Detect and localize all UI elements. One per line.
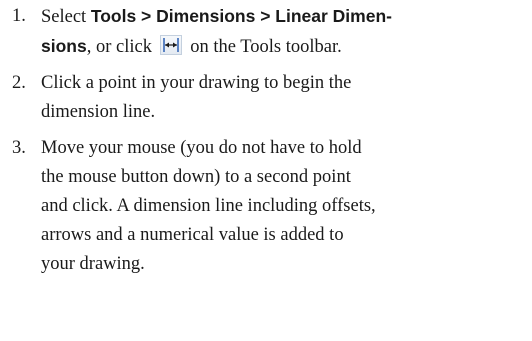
step-number: 3. bbox=[12, 138, 26, 158]
step-text-line: your drawing. bbox=[41, 254, 145, 274]
step-number: 2. bbox=[12, 73, 26, 93]
step-text-line: Click a point in your drawing to begin t… bbox=[41, 73, 352, 93]
step-text-line: arrows and a numerical value is added to bbox=[41, 225, 344, 245]
step-text-line: and click. A dimension line including of… bbox=[41, 196, 376, 216]
step-text: on the Tools toolbar. bbox=[185, 37, 342, 57]
menu-path: Tools > Dimensions > Linear Dimen- bbox=[90, 6, 392, 26]
step-text: Select bbox=[41, 7, 91, 27]
step-text-line: dimension line. bbox=[41, 102, 156, 122]
step-text-line: Select Tools > Dimensions > Linear Dimen… bbox=[41, 2, 532, 32]
step-text-line: sions, or click on the Tools toolbar. bbox=[41, 32, 532, 62]
step-2: 2. Click a point in your drawing to begi… bbox=[0, 69, 532, 127]
step-text: , or click bbox=[86, 37, 157, 57]
step-number: 1. bbox=[12, 6, 26, 26]
step-1: 1. Select Tools > Dimensions > Linear Di… bbox=[0, 2, 532, 62]
instruction-list: 1. Select Tools > Dimensions > Linear Di… bbox=[0, 0, 532, 279]
step-text-line: Move your mouse (you do not have to hold bbox=[41, 138, 362, 158]
step-text-line: the mouse button down) to a second point bbox=[41, 167, 351, 187]
linear-dimension-icon bbox=[159, 35, 182, 55]
menu-path-continued: sions bbox=[41, 36, 87, 56]
step-3: 3. Move your mouse (you do not have to h… bbox=[0, 134, 532, 279]
